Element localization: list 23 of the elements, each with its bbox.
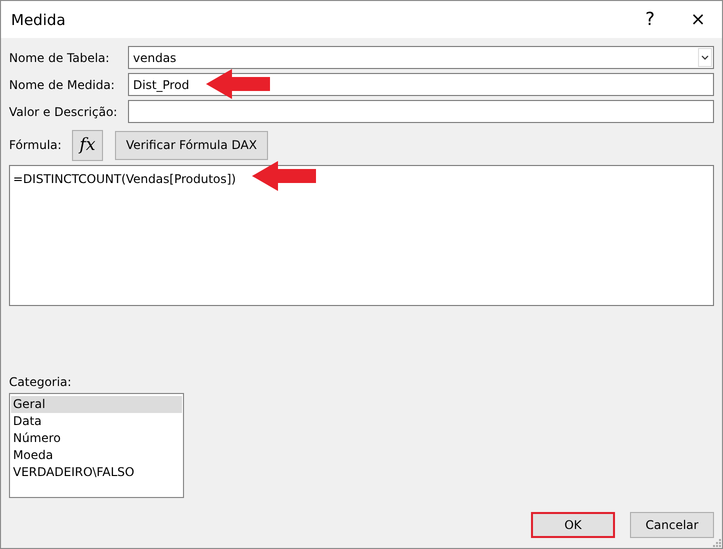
list-item[interactable]: Número [11,430,182,447]
formula-label: Fórmula: [9,138,63,152]
arrow-icon [206,68,270,100]
field-label: Valor e Descrição: [9,104,118,118]
close-button[interactable]: × [674,1,722,38]
list-item[interactable]: Data [11,413,182,430]
cancel-button[interactable]: Cancelar [630,512,714,538]
function-button[interactable]: fx [72,130,103,160]
check-formula-button[interactable]: Verificar Fórmula DAX [115,130,268,160]
list-item[interactable]: Geral [11,396,182,413]
arrow-icon [252,160,316,192]
table-dropdown[interactable]: vendas [128,46,714,69]
field-label: Nome de Medida: [9,78,116,92]
field-label: Nome de Tabela: [9,50,110,64]
window-title: Medida [11,10,67,28]
category-label: Categoria: [9,375,72,389]
caret-icon [698,48,712,67]
ok-button[interactable]: OK [531,512,615,538]
list-item[interactable]: Moeda [11,447,182,464]
help-button[interactable]: ? [626,1,674,38]
list-item[interactable]: VERDADEIRO\FALSO [11,464,182,481]
input-field[interactable] [128,100,714,123]
resize-grip-icon[interactable] [713,539,721,547]
